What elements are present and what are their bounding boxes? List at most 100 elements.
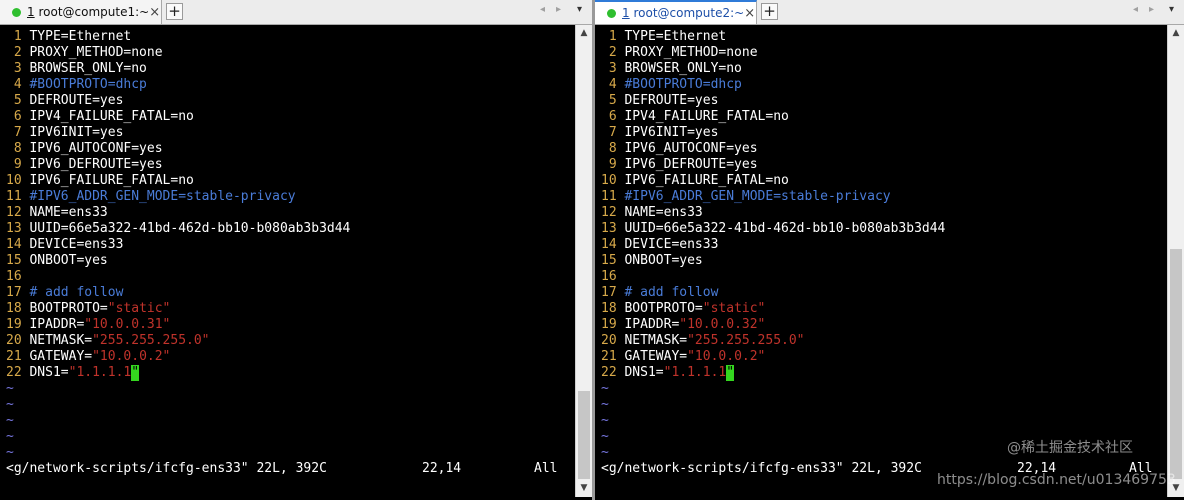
code-text: NETMASK= <box>624 333 688 348</box>
empty-line-marker: ~ <box>601 381 609 396</box>
line-number: 9 <box>601 157 617 172</box>
line-number: 15 <box>6 253 22 268</box>
code-text: UUID=66e5a322-41bd-462d-bb10-b080ab3b3d4… <box>29 221 351 236</box>
empty-line-marker: ~ <box>6 397 14 412</box>
code-line: 22 DNS1="1.1.1.1" <box>601 365 735 381</box>
tab-compute1[interactable]: 1 root@compute1:~ × <box>0 0 162 24</box>
line-number: 12 <box>6 205 22 220</box>
connection-status-icon <box>12 7 21 17</box>
line-number: 7 <box>601 125 617 140</box>
code-line: 18 BOOTPROTO="static" <box>6 301 170 317</box>
tab-scroll-left-icon[interactable]: ◂ <box>540 4 545 15</box>
line-number: 3 <box>601 61 617 76</box>
code-text: IPV6_FAILURE_FATAL=no <box>624 173 789 188</box>
string-value: "10.0.0.2" <box>92 349 171 364</box>
line-number: 4 <box>6 77 22 92</box>
code-text: IPV6INIT=yes <box>624 125 719 140</box>
code-text: BOOTPROTO= <box>29 301 108 316</box>
scroll-thumb[interactable] <box>1170 249 1182 479</box>
line-number: 7 <box>6 125 22 140</box>
left-terminal-pane: 1 root@compute1:~ × + ◂ ▸ ▾ <g/network-s… <box>0 0 592 500</box>
empty-line-marker: ~ <box>601 413 609 428</box>
code-line: 14 DEVICE=ens33 <box>6 237 123 253</box>
line-number: 16 <box>601 269 617 284</box>
code-text: PROXY_METHOD=none <box>624 45 758 60</box>
tab-scroll-right-icon[interactable]: ▸ <box>556 4 561 15</box>
line-number: 1 <box>601 29 617 44</box>
code-line: 6 IPV4_FAILURE_FATAL=no <box>6 109 194 125</box>
add-tab-button[interactable]: + <box>166 3 183 20</box>
terminal-scrollbar[interactable]: ▲ ▼ <box>1167 25 1184 497</box>
code-text: NAME=ens33 <box>624 205 703 220</box>
code-line: 18 BOOTPROTO="static" <box>601 301 765 317</box>
code-line: 19 IPADDR="10.0.0.32" <box>601 317 765 333</box>
vim-status-filename: <g/network-scripts/ifcfg-ens33" 22L, 392… <box>601 461 922 476</box>
tab-title-text: root@compute1:~ <box>38 5 150 19</box>
code-text: PROXY_METHOD=none <box>29 45 163 60</box>
code-text: UUID=66e5a322-41bd-462d-bb10-b080ab3b3d4… <box>624 221 946 236</box>
code-line: 19 IPADDR="10.0.0.31" <box>6 317 170 333</box>
terminal-screen[interactable]: <g/network-scripts/ifcfg-ens33" 22L, 392… <box>0 25 575 497</box>
line-number: 5 <box>601 93 617 108</box>
line-number: 10 <box>601 173 617 188</box>
string-value: "1.1.1.1 <box>68 365 132 380</box>
code-line: 9 IPV6_DEFROUTE=yes <box>601 157 758 173</box>
code-text: IPV6_AUTOCONF=yes <box>624 141 758 156</box>
code-text: DEFROUTE=yes <box>624 93 719 108</box>
terminal-screen[interactable]: <g/network-scripts/ifcfg-ens33" 22L, 392… <box>595 25 1167 497</box>
line-number: 20 <box>601 333 617 348</box>
tab-scroll-left-icon[interactable]: ◂ <box>1133 4 1138 15</box>
line-number: 19 <box>601 317 617 332</box>
add-tab-button[interactable]: + <box>761 3 778 20</box>
comment-text: #BOOTPROTO=dhcp <box>29 77 147 92</box>
tab-title: 1 root@compute2:~ <box>622 6 744 20</box>
scroll-down-icon[interactable]: ▼ <box>576 480 592 496</box>
code-line: 2 PROXY_METHOD=none <box>601 45 758 61</box>
tab-list-menu-icon[interactable]: ▾ <box>577 4 582 15</box>
empty-line-marker: ~ <box>6 381 14 396</box>
code-line: 12 NAME=ens33 <box>6 205 108 221</box>
line-number: 13 <box>601 221 617 236</box>
line-number: 14 <box>601 237 617 252</box>
code-line: 1 TYPE=Ethernet <box>601 29 726 45</box>
line-number: 11 <box>601 189 617 204</box>
line-number: 2 <box>601 45 617 60</box>
text-cursor: " <box>131 365 140 381</box>
terminal-scrollbar[interactable]: ▲ ▼ <box>575 25 592 497</box>
empty-line-marker: ~ <box>601 429 609 444</box>
comment-text: #BOOTPROTO=dhcp <box>624 77 742 92</box>
scroll-up-icon[interactable]: ▲ <box>576 25 592 41</box>
line-number: 5 <box>6 93 22 108</box>
comment-text: #IPV6_ADDR_GEN_MODE=stable-privacy <box>29 189 296 204</box>
scroll-up-icon[interactable]: ▲ <box>1168 25 1184 41</box>
line-number: 11 <box>6 189 22 204</box>
line-number: 1 <box>6 29 22 44</box>
tab-title: 1 root@compute1:~ <box>27 5 149 19</box>
tab-title-text: root@compute2:~ <box>633 6 745 20</box>
code-text: ONBOOT=yes <box>624 253 703 268</box>
code-text: IPV6_DEFROUTE=yes <box>29 157 163 172</box>
close-tab-icon[interactable]: × <box>744 6 755 21</box>
code-text: DEFROUTE=yes <box>29 93 124 108</box>
tab-list-menu-icon[interactable]: ▾ <box>1169 4 1174 15</box>
scroll-thumb[interactable] <box>578 391 590 479</box>
code-text: IPV6_DEFROUTE=yes <box>624 157 758 172</box>
code-line: 16 <box>601 269 624 285</box>
tab-compute2[interactable]: 1 root@compute2:~ × <box>595 0 757 24</box>
code-text: BOOTPROTO= <box>624 301 703 316</box>
line-number: 22 <box>601 365 617 380</box>
line-number: 6 <box>601 109 617 124</box>
empty-line-marker: ~ <box>601 397 609 412</box>
code-text: DEVICE=ens33 <box>624 237 719 252</box>
line-number: 22 <box>6 365 22 380</box>
line-number: 17 <box>6 285 22 300</box>
connection-status-icon <box>607 8 616 18</box>
close-tab-icon[interactable]: × <box>149 5 160 20</box>
line-number: 8 <box>601 141 617 156</box>
code-text: ONBOOT=yes <box>29 253 108 268</box>
code-text: IPV6_AUTOCONF=yes <box>29 141 163 156</box>
code-line: 20 NETMASK="255.255.255.0" <box>601 333 805 349</box>
tab-scroll-right-icon[interactable]: ▸ <box>1149 4 1154 15</box>
line-number: 15 <box>601 253 617 268</box>
code-line: 15 ONBOOT=yes <box>601 253 703 269</box>
